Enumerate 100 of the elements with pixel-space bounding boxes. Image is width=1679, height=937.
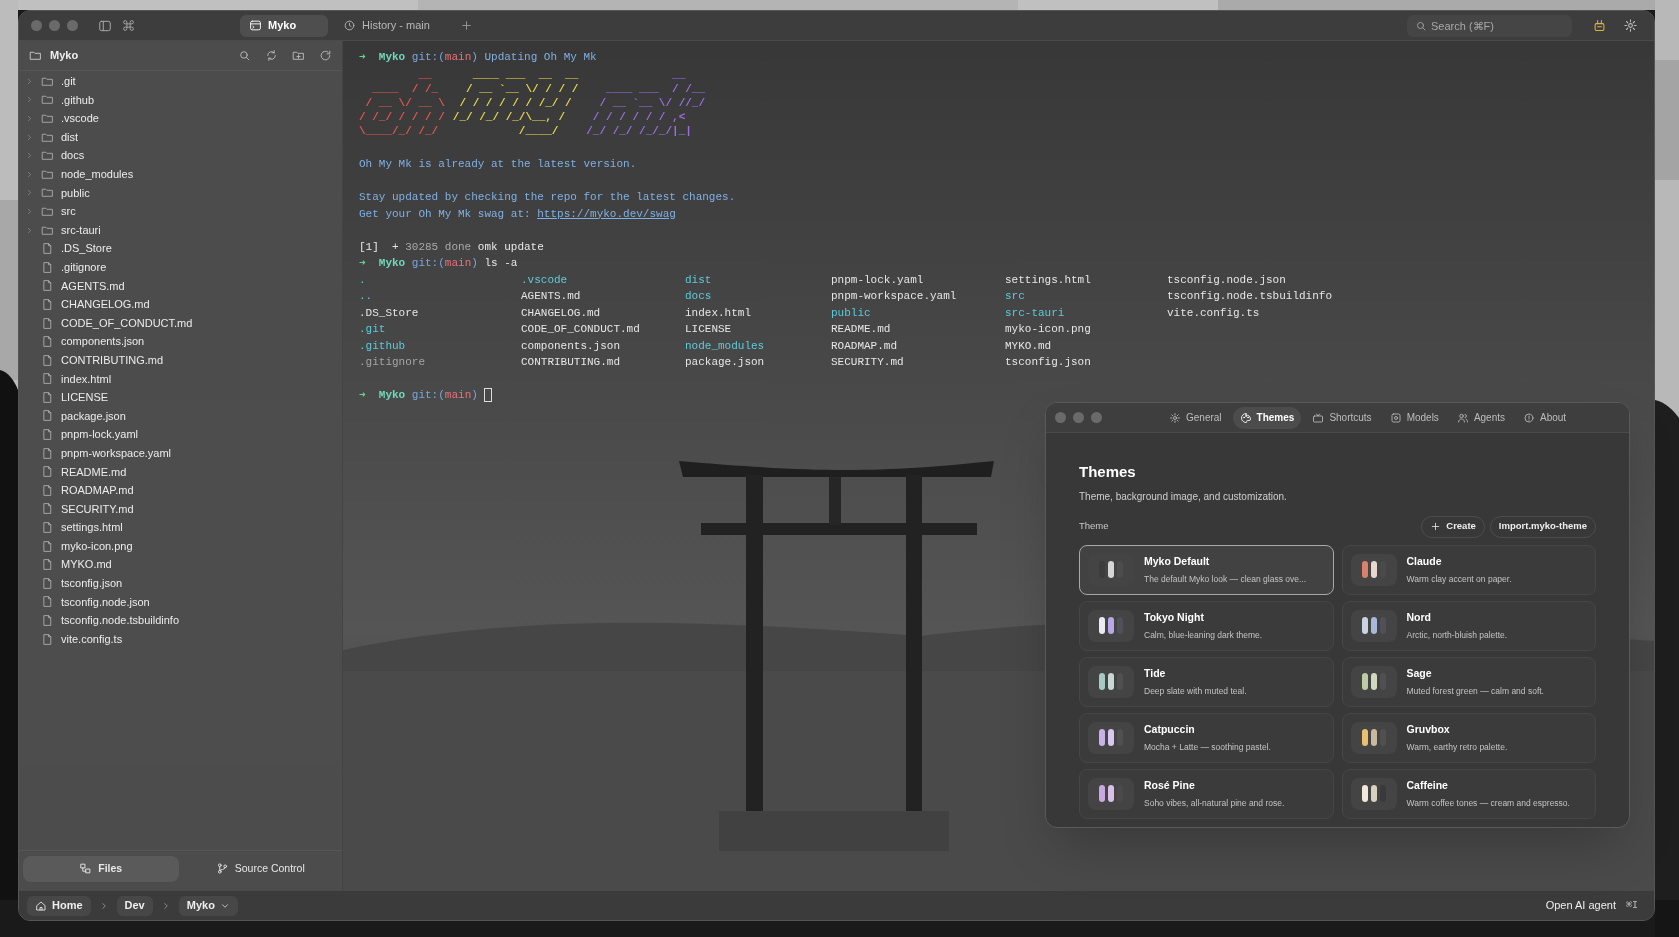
file-tree-item[interactable]: dist: [19, 127, 342, 147]
listing-entry: .DS_Store: [359, 305, 420, 321]
theme-swatch: [1088, 721, 1134, 754]
file-tree-item[interactable]: .DS_Store: [19, 239, 342, 258]
file-tree-item[interactable]: settings.html: [19, 518, 342, 537]
agent-button[interactable]: Open AI agent ⌘I: [1537, 895, 1646, 916]
file-tree-item[interactable]: .gitignore: [19, 257, 342, 277]
file-icon: [41, 521, 54, 535]
theme-card[interactable]: Tide Deep slate with muted teal.: [1079, 656, 1334, 707]
file-tree-item[interactable]: SECURITY.md: [19, 499, 342, 519]
sidebar-toggle-icon[interactable]: [98, 18, 112, 33]
breadcrumb[interactable]: Myko: [178, 895, 238, 916]
theme-card[interactable]: Myko Default The default Myko look — clean glass ove...: [1079, 544, 1334, 595]
breadcrumb[interactable]: Home: [27, 895, 91, 916]
search-icon[interactable]: [238, 49, 251, 62]
theme-swatch: [1350, 665, 1397, 698]
files-icon: [79, 862, 93, 875]
search-field[interactable]: Search (⌘F): [1407, 14, 1572, 37]
theme-description: Warm, earthy retro palette.: [1406, 740, 1508, 754]
theme-card[interactable]: Nord Arctic, north-bluish palette.: [1341, 600, 1596, 651]
file-icon: [41, 558, 54, 572]
theme-card[interactable]: Sage Muted forest green — calm and soft.: [1341, 656, 1596, 707]
window-tab[interactable]: History - main: [334, 14, 430, 37]
file-tree-item[interactable]: node_modules: [19, 164, 342, 184]
file-tree-item[interactable]: ROADMAP.md: [19, 481, 342, 500]
file-icon: [41, 614, 54, 627]
file-tree-item[interactable]: package.json: [19, 406, 342, 426]
file-tree-item[interactable]: components.json: [19, 332, 342, 351]
listing-entry: src-tauri: [1005, 305, 1066, 321]
theme-card[interactable]: Caffeine Warm coffee tones — cream and espresso.: [1341, 768, 1596, 819]
file-tree-item[interactable]: docs: [19, 146, 342, 165]
file-tree-item[interactable]: pnpm-workspace.yaml: [19, 443, 342, 463]
file-tree-item[interactable]: CODE_OF_CONDUCT.md: [19, 313, 342, 333]
file-icon: [41, 409, 54, 423]
sidebar-tab[interactable]: Source Control: [182, 855, 338, 882]
window-control[interactable]: [1055, 412, 1066, 423]
file-icon: [41, 242, 54, 256]
file-tree-item[interactable]: src: [19, 202, 342, 221]
theme-description: Soho vibes, all-natural pine and rose.: [1144, 796, 1285, 810]
settings-tab[interactable]: General: [1162, 406, 1229, 429]
sidebar-tab[interactable]: Files: [23, 855, 179, 882]
settings-tab[interactable]: About: [1516, 406, 1574, 429]
users-icon: [1456, 411, 1469, 424]
file-tree-item[interactable]: vite.config.ts: [19, 629, 342, 649]
file-tree-item[interactable]: myko-icon.png: [19, 536, 342, 556]
terminal-line: ➜ Myko git:(main) ls -a: [359, 256, 518, 271]
settings-tab[interactable]: Themes: [1232, 406, 1302, 429]
theme-card[interactable]: Claude Warm clay accent on paper.: [1341, 544, 1596, 595]
plug-icon[interactable]: [1592, 18, 1607, 33]
file-tree-item[interactable]: pnpm-lock.yaml: [19, 425, 342, 444]
theme-description: Mocha + Latte — soothing pastel.: [1144, 740, 1271, 754]
refresh-icon[interactable]: [319, 49, 332, 62]
theme-card[interactable]: Gruvbox Warm, earthy retro palette.: [1341, 712, 1596, 763]
shortcut-key: ⌘I: [1625, 898, 1638, 913]
window-control[interactable]: [31, 20, 42, 31]
theme-swatch: [1088, 609, 1134, 642]
file-tree-item[interactable]: tsconfig.node.json: [19, 592, 342, 612]
settings-tab[interactable]: Agents: [1449, 406, 1512, 429]
link[interactable]: https://myko.dev/swag: [537, 207, 676, 220]
file-tree-item[interactable]: .github: [19, 90, 342, 110]
theme-name: Rosé Pine: [1144, 777, 1196, 793]
theme-name: Myko Default: [1144, 553, 1211, 569]
file-tree-item[interactable]: tsconfig.node.tsbuildinfo: [19, 611, 342, 630]
file-tree-item[interactable]: src-tauri: [19, 220, 342, 240]
file-tree-item[interactable]: index.html: [19, 369, 342, 389]
file-tree-item[interactable]: .git: [19, 72, 342, 91]
file-tree-item[interactable]: .vscode: [19, 109, 342, 128]
file-tree-item[interactable]: CONTRIBUTING.md: [19, 350, 342, 370]
breadcrumb[interactable]: Dev: [116, 895, 153, 916]
theme-card[interactable]: Catpuccin Mocha + Latte — soothing pastel.: [1079, 712, 1334, 763]
new-tab-icon[interactable]: [460, 19, 473, 32]
sync-icon[interactable]: [265, 49, 278, 62]
theme-card[interactable]: Tokyo Night Calm, blue-leaning dark theme.: [1079, 600, 1334, 651]
command-icon[interactable]: [122, 19, 135, 32]
listing-entry: CONTRIBUTING.md: [521, 355, 622, 370]
file-tree-item[interactable]: README.md: [19, 462, 342, 482]
listing-entry: .: [359, 272, 367, 288]
window-control[interactable]: [49, 20, 60, 31]
theme-description: The default Myko look — clean glass ove...: [1144, 572, 1307, 586]
window-control[interactable]: [1073, 412, 1084, 423]
theme-name: Gruvbox: [1406, 721, 1451, 737]
window-tab[interactable]: Myko: [240, 14, 328, 37]
theme-card[interactable]: Rosé Pine Soho vibes, all-natural pine and rose.: [1079, 768, 1334, 819]
settings-tab[interactable]: Models: [1382, 406, 1446, 429]
settings-tab[interactable]: Shortcuts: [1305, 406, 1379, 429]
terminal-line: ➜ Myko git:(main) Updating Oh My Mk: [359, 50, 597, 65]
window-control[interactable]: [67, 20, 78, 31]
file-tree-item[interactable]: MYKO.md: [19, 555, 342, 575]
listing-entry: public: [831, 305, 872, 321]
new-folder-icon[interactable]: [292, 49, 305, 62]
file-tree-item[interactable]: tsconfig.json: [19, 574, 342, 593]
window-control[interactable]: [1091, 412, 1102, 423]
file-tree-item[interactable]: CHANGELOG.md: [19, 295, 342, 314]
file-tree-item[interactable]: LICENSE: [19, 388, 342, 407]
settings-icon[interactable]: [1623, 18, 1638, 33]
file-tree-item[interactable]: AGENTS.md: [19, 276, 342, 296]
file-tree-item[interactable]: public: [19, 183, 342, 203]
file-icon: [41, 446, 54, 460]
theme-description: Deep slate with muted teal.: [1144, 684, 1247, 698]
theme-name: Caffeine: [1406, 777, 1449, 793]
